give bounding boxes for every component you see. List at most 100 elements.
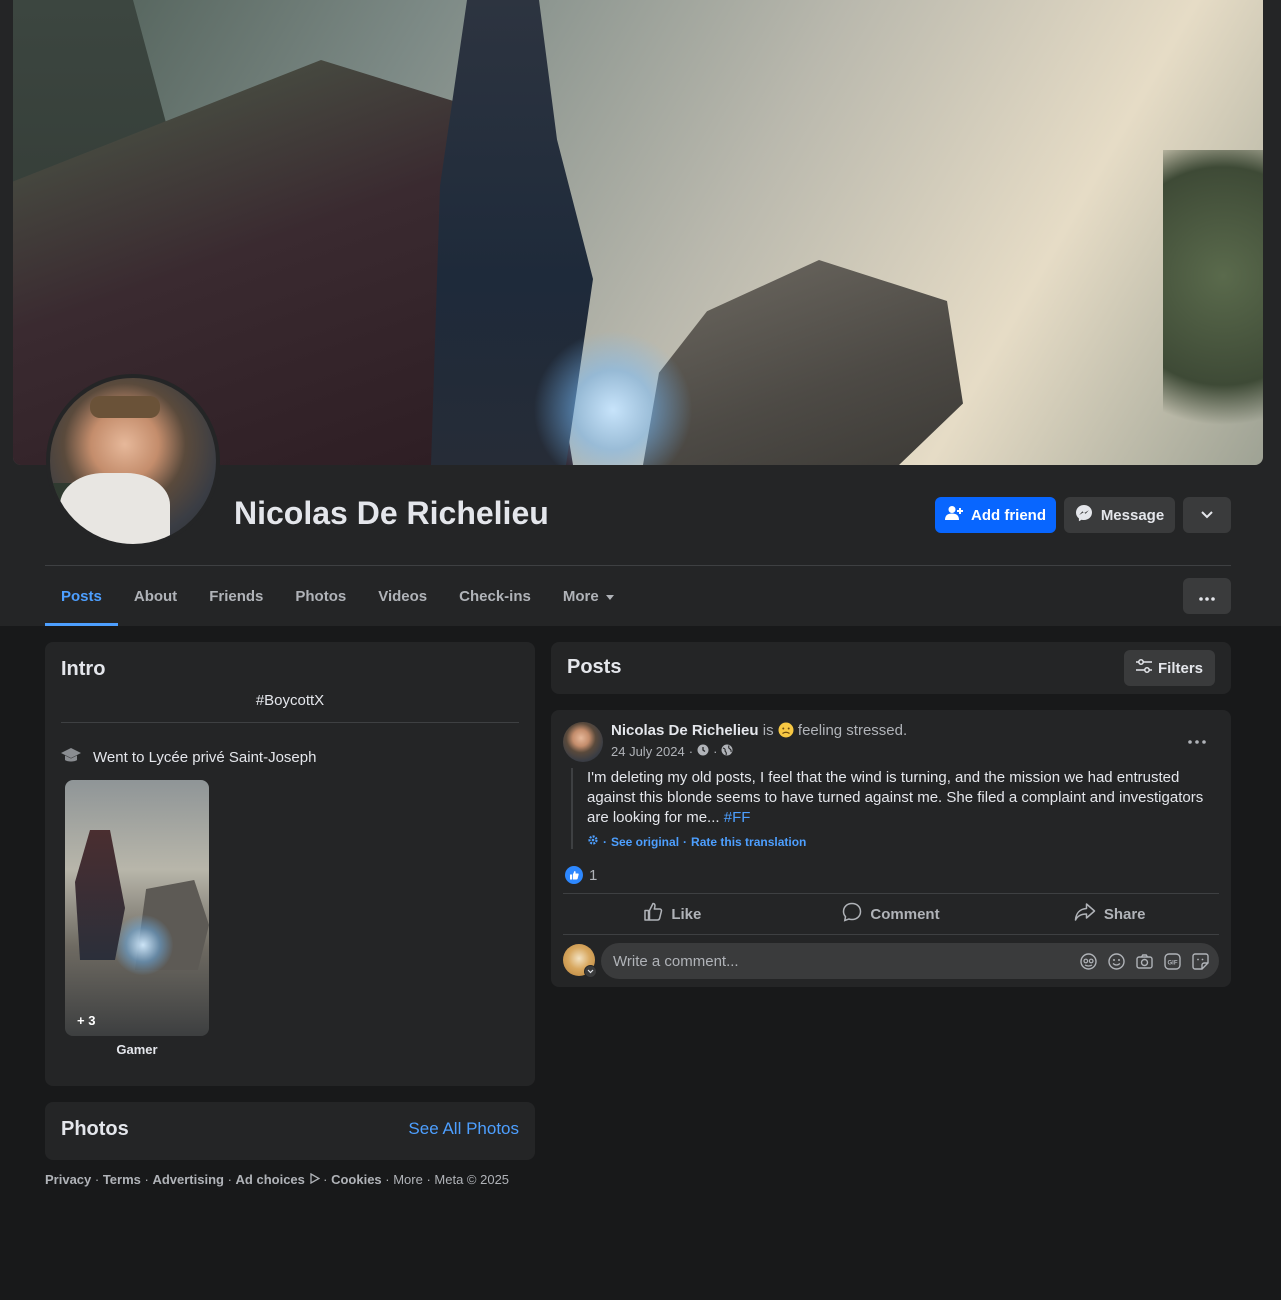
intro-card: Intro #BoycottX Went to Lycée privé Sain… (45, 642, 535, 1086)
chevron-down-icon (584, 965, 597, 978)
tab-photos[interactable]: Photos (279, 566, 362, 626)
footer-link-terms[interactable]: Terms (103, 1172, 141, 1187)
see-original-link[interactable]: See original (611, 835, 679, 849)
share-button[interactable]: Share (1000, 894, 1219, 934)
rate-translation-link[interactable]: Rate this translation (691, 835, 806, 849)
tab-about-label: About (133, 587, 178, 605)
cover-photo[interactable] (13, 0, 1263, 465)
comment-box: GIF (601, 943, 1219, 979)
comment-input[interactable] (613, 952, 1079, 970)
more-options-button[interactable] (1183, 578, 1231, 614)
tab-more[interactable]: More (547, 566, 631, 626)
like-button[interactable]: Like (563, 894, 782, 934)
thumbs-up-icon (643, 902, 663, 926)
add-friend-icon (945, 505, 963, 525)
footer-link-privacy[interactable]: Privacy (45, 1172, 91, 1187)
intro-title: Intro (61, 658, 106, 680)
share-icon (1074, 902, 1096, 926)
like-reaction-icon (565, 866, 583, 884)
post-is-text: is (762, 722, 774, 739)
featured-label: Gamer (116, 1042, 158, 1057)
featured-figure (75, 830, 125, 960)
add-friend-button[interactable]: Add friend (935, 497, 1056, 533)
footer-link-advertising[interactable]: Advertising (152, 1172, 224, 1187)
comment-button[interactable]: Comment (782, 894, 1001, 934)
featured-glow (113, 915, 173, 975)
education-text: Went to Lycée privé Saint-Joseph (93, 748, 317, 766)
see-all-photos-link[interactable]: See All Photos (408, 1119, 519, 1139)
tab-photos-label: Photos (295, 587, 347, 605)
avatar-goggles (90, 396, 160, 418)
comment-tools: GIF (1079, 952, 1219, 970)
footer-link-more[interactable]: More (393, 1172, 423, 1187)
footer-link-ad-choices[interactable]: Ad choices (236, 1172, 305, 1187)
chevron-down-icon (1200, 507, 1214, 524)
post-author-avatar[interactable] (563, 722, 603, 762)
post-actions: Like Comment Share (563, 894, 1219, 934)
profile-avatar[interactable] (46, 374, 220, 548)
tab-posts-label: Posts (61, 587, 102, 605)
stressed-emoji-icon (778, 722, 794, 742)
ellipsis-icon (1199, 588, 1215, 605)
post-hashtag[interactable]: #FF (724, 809, 751, 826)
education-item: Went to Lycée privé Saint-Joseph (61, 746, 316, 768)
posts-title: Posts (567, 656, 622, 678)
profile-name: Nicolas De Richelieu (234, 495, 549, 531)
tab-posts[interactable]: Posts (45, 566, 118, 626)
message-label: Message (1100, 506, 1165, 524)
intro-divider (61, 722, 519, 723)
post-text: I'm deleting my old posts, I feel that t… (587, 768, 1211, 828)
tab-more-label: More (562, 587, 599, 605)
footer-link-cookies[interactable]: Cookies (331, 1172, 382, 1187)
gif-icon[interactable]: GIF (1163, 952, 1181, 970)
post-author-name[interactable]: Nicolas De Richelieu (611, 722, 759, 739)
intro-bio: #BoycottX (255, 692, 325, 709)
tab-friends[interactable]: Friends (193, 566, 279, 626)
ad-choices-icon (309, 1172, 320, 1187)
tab-friends-label: Friends (209, 587, 264, 605)
tab-videos-label: Videos (378, 587, 428, 605)
like-label: Like (671, 905, 702, 923)
avatar-shirt (60, 473, 170, 544)
camera-icon[interactable] (1135, 952, 1153, 970)
photos-card: Photos See All Photos (45, 1102, 535, 1160)
message-button[interactable]: Message (1064, 497, 1175, 533)
avatar-sticker-icon[interactable] (1079, 952, 1097, 970)
post-header: Nicolas De Richelieu is feeling stressed… (611, 722, 907, 742)
post-options-button[interactable] (1179, 728, 1215, 752)
emoji-icon[interactable] (1107, 952, 1125, 970)
tab-videos[interactable]: Videos (362, 566, 443, 626)
clock-icon (697, 744, 709, 759)
tab-check-ins[interactable]: Check-ins (443, 566, 547, 626)
post-date[interactable]: 24 July 2024 (611, 744, 685, 759)
post-feeling: feeling stressed. (797, 722, 908, 739)
footer-copyright: Meta © 2025 (434, 1172, 510, 1187)
post-meta: 24 July 2024 · · (611, 744, 733, 759)
comment-icon (842, 902, 862, 926)
post-body: I'm deleting my old posts, I feel that t… (571, 768, 1211, 849)
translation-bar: · See original · Rate this translation (587, 834, 1211, 849)
graduation-cap-icon (61, 746, 81, 768)
commenter-avatar[interactable] (563, 944, 597, 978)
post-message: I'm deleting my old posts, I feel that t… (587, 769, 1204, 826)
profile-tabs: Posts About Friends Photos Videos Check-… (45, 566, 631, 626)
add-friend-label: Add friend (971, 506, 1046, 524)
globe-icon (721, 744, 733, 759)
like-count: 1 (589, 866, 598, 884)
tab-about[interactable]: About (118, 566, 193, 626)
sliders-icon (1135, 659, 1152, 677)
filters-button[interactable]: Filters (1124, 650, 1215, 686)
post-card: Nicolas De Richelieu is feeling stressed… (551, 710, 1231, 987)
messenger-icon (1075, 504, 1093, 526)
profile-options-button[interactable] (1183, 497, 1231, 533)
reactions-summary[interactable]: 1 (565, 866, 597, 884)
cover-tree (1163, 150, 1263, 465)
featured-collection[interactable]: + 3 (65, 780, 209, 1036)
photos-title: Photos (61, 1118, 129, 1140)
footer: Privacy · Terms · Advertising · Ad choic… (45, 1172, 510, 1187)
cover-rock (643, 260, 963, 465)
tab-check-ins-label: Check-ins (459, 587, 531, 605)
sticker-icon[interactable] (1191, 952, 1209, 970)
share-label: Share (1103, 905, 1146, 923)
actions-bottom-divider (563, 934, 1219, 935)
